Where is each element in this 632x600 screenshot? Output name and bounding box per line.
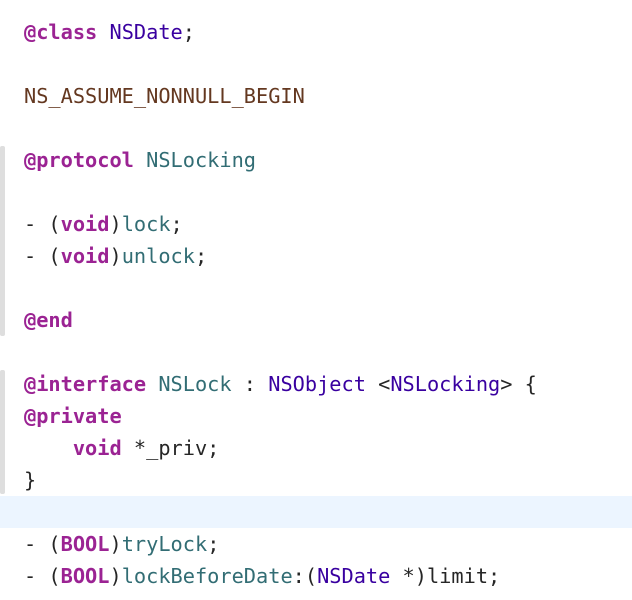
code-line[interactable] bbox=[0, 48, 632, 80]
code-line[interactable]: } bbox=[0, 464, 632, 496]
code-token: ) bbox=[109, 212, 122, 236]
code-line[interactable] bbox=[0, 336, 632, 368]
code-token: NSObject bbox=[268, 372, 366, 396]
code-token: ; bbox=[182, 20, 195, 44]
code-token: NSLocking bbox=[146, 148, 257, 172]
code-token: void bbox=[60, 244, 110, 268]
code-token: BOOL bbox=[60, 532, 110, 556]
code-token: void bbox=[60, 212, 110, 236]
code-line-text: @protocol NSLocking bbox=[24, 144, 256, 176]
code-token: < bbox=[365, 372, 391, 396]
code-token: > { bbox=[500, 372, 537, 396]
code-token: :( bbox=[292, 564, 318, 588]
code-line[interactable]: @class NSDate; bbox=[0, 16, 632, 48]
code-token: *)limit; bbox=[390, 564, 501, 588]
code-line[interactable] bbox=[0, 272, 632, 304]
code-line-text: - (void)lock; bbox=[24, 208, 183, 240]
code-line[interactable]: - (BOOL)lockBeforeDate:(NSDate *)limit; bbox=[0, 560, 632, 592]
code-token: : bbox=[231, 372, 269, 396]
code-line[interactable]: void *_priv; bbox=[0, 432, 632, 464]
code-line[interactable] bbox=[0, 176, 632, 208]
code-line[interactable]: @interface NSLock : NSObject <NSLocking>… bbox=[0, 368, 632, 400]
code-editor[interactable]: @class NSDate; NS_ASSUME_NONNULL_BEGIN @pr… bbox=[0, 0, 632, 600]
code-token: @private bbox=[24, 404, 122, 428]
code-line-text: @interface NSLock : NSObject <NSLocking>… bbox=[24, 368, 537, 400]
code-token: tryLock bbox=[121, 532, 208, 556]
current-code-line[interactable] bbox=[0, 496, 632, 528]
code-line[interactable]: NS_ASSUME_NONNULL_BEGIN bbox=[0, 80, 632, 112]
code-line-text: @end bbox=[24, 304, 73, 336]
code-line[interactable]: @private bbox=[0, 400, 632, 432]
code-token: @protocol bbox=[24, 148, 134, 172]
code-token: - ( bbox=[24, 564, 61, 588]
code-line[interactable]: - (BOOL)tryLock; bbox=[0, 528, 632, 560]
code-token: lockBeforeDate bbox=[121, 564, 293, 588]
code-token: @class bbox=[24, 20, 98, 44]
code-token: ; bbox=[170, 212, 183, 236]
code-line-text: - (void)unlock; bbox=[24, 240, 207, 272]
code-token: NSDate bbox=[317, 564, 391, 588]
code-line-text: NS_ASSUME_NONNULL_BEGIN bbox=[24, 80, 305, 112]
code-token: NSDate bbox=[109, 20, 183, 44]
code-token: ) bbox=[109, 532, 122, 556]
code-token: *_priv; bbox=[121, 436, 220, 460]
code-token: NSLock bbox=[158, 372, 232, 396]
code-token: ) bbox=[109, 564, 122, 588]
code-line-text: void *_priv; bbox=[24, 432, 220, 464]
code-token: unlock bbox=[121, 244, 195, 268]
code-token: lock bbox=[121, 212, 171, 236]
code-token: - ( bbox=[24, 244, 61, 268]
code-token: @interface bbox=[24, 372, 147, 396]
code-line-text: @class NSDate; bbox=[24, 16, 195, 48]
code-line-text: } bbox=[24, 464, 36, 496]
code-line[interactable] bbox=[0, 112, 632, 144]
code-line[interactable]: - (void)lock; bbox=[0, 208, 632, 240]
code-token: NSLocking bbox=[390, 372, 501, 396]
code-token: @end bbox=[24, 308, 73, 332]
code-token: ; bbox=[194, 244, 208, 268]
code-token: void bbox=[72, 436, 122, 460]
code-token: ; bbox=[207, 532, 220, 556]
code-line-text: - (BOOL)lockBeforeDate:(NSDate *)limit; bbox=[24, 560, 500, 592]
code-token: } bbox=[24, 468, 37, 492]
code-line[interactable]: @end bbox=[0, 304, 632, 336]
code-token: BOOL bbox=[60, 564, 110, 588]
code-line-text: - (BOOL)tryLock; bbox=[24, 528, 219, 560]
code-token: NS_ASSUME_NONNULL_BEGIN bbox=[24, 84, 305, 108]
code-token: - ( bbox=[24, 532, 61, 556]
code-token: ) bbox=[109, 244, 122, 268]
code-token: - ( bbox=[24, 212, 61, 236]
code-line-text: @private bbox=[24, 400, 122, 432]
code-line[interactable]: - (void)unlock; bbox=[0, 240, 632, 272]
code-line[interactable]: @protocol NSLocking bbox=[0, 144, 632, 176]
